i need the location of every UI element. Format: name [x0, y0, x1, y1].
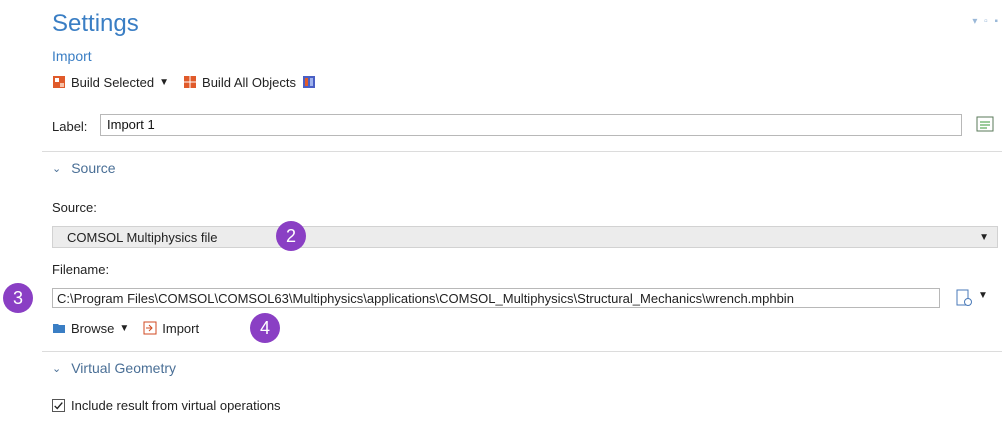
label-row: Label: Import 1 [52, 114, 996, 138]
chevron-down-icon[interactable]: ▼ [159, 77, 169, 88]
source-select[interactable]: COMSOL Multiphysics file ▼ [52, 226, 998, 248]
checkbox-box[interactable] [52, 399, 65, 412]
label-field-label: Label: [52, 118, 88, 134]
import-button[interactable]: Import [143, 321, 199, 336]
filename-label: Filename: [52, 262, 110, 277]
import-label: Import [162, 320, 200, 336]
build-all-icon [184, 76, 197, 88]
settings-panel: Settings Import ▾ ▫ ▪ Build Selected ▼ B… [42, 0, 1002, 425]
chevron-down-icon: ⌄ [52, 362, 62, 375]
file-location-icon[interactable] [954, 288, 974, 308]
build-selected-icon [53, 76, 65, 88]
source-section-header[interactable]: ⌄ Source [52, 160, 116, 176]
include-virtual-checkbox[interactable]: Include result from virtual operations [52, 398, 281, 413]
label-input[interactable]: Import 1 [100, 114, 962, 136]
virtual-section-header[interactable]: ⌄ Virtual Geometry [52, 360, 176, 376]
build-selected-button[interactable]: Build Selected ▼ [52, 75, 169, 90]
page-subtitle: Import [52, 48, 92, 64]
chevron-down-icon: ⌄ [52, 162, 62, 175]
import-icon [143, 321, 157, 335]
divider [42, 351, 1002, 352]
chevron-down-icon: ▼ [979, 232, 989, 243]
browse-button[interactable]: Browse ▼ [52, 321, 129, 336]
source-label: Source: [52, 200, 97, 215]
window-controls[interactable]: ▾ ▫ ▪ [972, 16, 1000, 27]
source-select-value: COMSOL Multiphysics file [67, 230, 218, 245]
build-all-button[interactable]: Build All Objects [183, 75, 296, 90]
build-all-label: Build All Objects [202, 74, 296, 90]
filename-input[interactable]: C:\Program Files\COMSOL\COMSOL63\Multiph… [52, 288, 940, 308]
comment-icon[interactable] [974, 114, 996, 136]
include-virtual-label: Include result from virtual operations [71, 398, 281, 413]
step-badge-3: 3 [3, 283, 33, 313]
chevron-down-icon[interactable]: ▼ [119, 323, 129, 334]
virtual-section-title: Virtual Geometry [71, 360, 176, 376]
chevron-down-icon[interactable]: ▼ [978, 290, 988, 301]
divider [42, 151, 1002, 152]
file-toolbar: Browse ▼ Import [52, 318, 199, 338]
page-title: Settings [52, 10, 139, 37]
build-selected-label: Build Selected [71, 74, 155, 90]
source-section-title: Source [71, 160, 116, 176]
checkmark-icon [54, 402, 63, 410]
geometry-icon[interactable] [302, 75, 316, 89]
step-badge-2: 2 [276, 221, 306, 251]
folder-icon [53, 324, 65, 333]
toolbar: Build Selected ▼ Build All Objects [52, 72, 316, 92]
step-badge-4: 4 [250, 313, 280, 343]
browse-label: Browse [71, 320, 115, 336]
